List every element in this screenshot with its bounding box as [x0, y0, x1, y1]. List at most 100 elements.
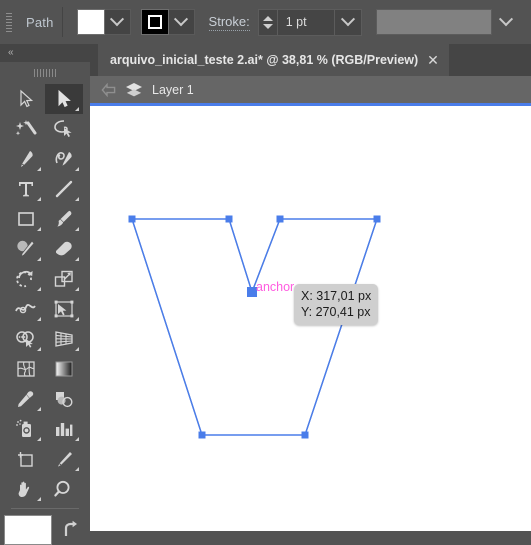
stroke-weight-field[interactable]: 1 pt	[257, 8, 362, 36]
tools-panel-divider	[11, 508, 79, 509]
anchor-point	[301, 431, 309, 439]
anchor-point	[373, 215, 381, 223]
chevron-down-icon	[109, 12, 125, 27]
swap-fill-stroke-icon[interactable]	[56, 515, 86, 545]
illustrator-window: Path Stroke: 1 pt « arquivo_inicial_test…	[0, 0, 531, 545]
tool-flyout-indicator	[75, 317, 79, 321]
tool-flyout-indicator	[37, 167, 41, 171]
tool-flyout-indicator	[37, 227, 41, 231]
fill-swatch-button[interactable]	[76, 9, 105, 35]
blend-tool[interactable]	[45, 384, 83, 414]
document-tab[interactable]: arquivo_inicial_teste 2.ai* @ 38,81 % (R…	[98, 44, 449, 76]
anchor-smart-guide-label: anchor	[256, 280, 295, 294]
perspective-grid-tool[interactable]	[45, 324, 83, 354]
tool-flyout-indicator	[75, 197, 79, 201]
fill-control[interactable]	[76, 9, 131, 35]
tool-flyout-indicator	[37, 437, 41, 441]
stroke-color-control[interactable]	[140, 9, 195, 35]
zoom-tool[interactable]	[45, 474, 83, 504]
chevron-down-icon	[340, 12, 355, 27]
control-bar-divider	[61, 7, 63, 37]
toolbar-gripper[interactable]	[0, 65, 90, 81]
paintbrush-tool[interactable]	[45, 204, 83, 234]
tooltip-y-value: Y: 270,41 px	[301, 305, 371, 319]
tools-panel-header[interactable]: «	[0, 44, 90, 62]
anchor-point	[128, 215, 136, 223]
tool-flyout-indicator	[75, 257, 79, 261]
close-icon[interactable]: ✕	[427, 53, 439, 67]
stroke-weight-stepper[interactable]	[259, 9, 278, 35]
layer-name-label[interactable]: Layer 1	[152, 83, 194, 97]
anchor-point	[276, 215, 284, 223]
direct-selection-tool[interactable]	[45, 84, 83, 114]
double-chevron-left-icon[interactable]: «	[8, 48, 14, 58]
curvature-tool[interactable]	[45, 144, 83, 174]
shape-builder-tool[interactable]	[7, 324, 45, 354]
tool-flyout-indicator	[37, 317, 41, 321]
anchor-point	[225, 215, 233, 223]
tool-flyout-indicator	[75, 167, 79, 171]
shaper-tool[interactable]	[7, 234, 45, 264]
type-tool[interactable]	[7, 174, 45, 204]
document-area: arquivo_inicial_teste 2.ai* @ 38,81 % (R…	[90, 44, 531, 532]
tool-flyout-indicator	[37, 347, 41, 351]
tool-flyout-indicator	[37, 287, 41, 291]
line-segment-tool[interactable]	[45, 174, 83, 204]
eyedropper-tool[interactable]	[7, 384, 45, 414]
symbol-sprayer-tool[interactable]	[7, 414, 45, 444]
tool-flyout-indicator	[37, 197, 41, 201]
stroke-swatch-button[interactable]	[140, 9, 169, 35]
stroke-color-dropdown-button[interactable]	[168, 9, 195, 35]
fill-stroke-controls	[0, 515, 90, 545]
slice-tool[interactable]	[45, 444, 83, 474]
tool-flyout-indicator	[75, 347, 79, 351]
rotate-tool[interactable]	[7, 264, 45, 294]
free-transform-tool[interactable]	[45, 294, 83, 324]
anchor-point	[198, 431, 206, 439]
tools-panel: «	[0, 44, 91, 545]
tool-flyout-indicator	[37, 257, 41, 261]
rectangle-tool[interactable]	[7, 204, 45, 234]
scale-tool[interactable]	[45, 264, 83, 294]
panel-drag-gripper[interactable]	[4, 8, 14, 36]
variable-width-profile-dropdown-button[interactable]	[492, 9, 520, 35]
stroke-weight-value[interactable]: 1 pt	[278, 10, 334, 35]
stroke-weight-label[interactable]: Stroke:	[208, 14, 250, 31]
column-graph-tool[interactable]	[45, 414, 83, 444]
artboard-tool[interactable]	[7, 444, 45, 474]
magic-wand-tool[interactable]	[7, 114, 45, 144]
lasso-tool[interactable]	[45, 114, 83, 144]
control-bar: Path Stroke: 1 pt	[0, 0, 531, 45]
tool-flyout-indicator	[37, 407, 41, 411]
layer-breadcrumb-bar: Layer 1	[90, 76, 531, 106]
tool-flyout-indicator	[75, 107, 79, 111]
mesh-tool[interactable]	[7, 354, 45, 384]
chevron-down-icon	[173, 12, 189, 27]
document-tab-strip: arquivo_inicial_teste 2.ai* @ 38,81 % (R…	[90, 44, 531, 76]
eraser-tool[interactable]	[45, 234, 83, 264]
fill-dropdown-button[interactable]	[104, 9, 131, 35]
tool-flyout-indicator	[37, 497, 41, 501]
pen-tool[interactable]	[7, 144, 45, 174]
fill-swatch[interactable]	[4, 515, 52, 545]
variable-width-profile-control[interactable]	[375, 8, 520, 36]
hand-tool[interactable]	[7, 474, 45, 504]
layers-stack-icon	[124, 81, 144, 99]
stroke-weight-dropdown-button[interactable]	[333, 9, 361, 35]
document-tab-title: arquivo_inicial_teste 2.ai* @ 38,81 % (R…	[110, 53, 419, 67]
selection-type-label: Path	[26, 14, 54, 30]
stepper-down-icon[interactable]	[262, 23, 273, 29]
back-arrow-icon[interactable]	[100, 81, 118, 99]
tool-flyout-indicator	[75, 437, 79, 441]
tool-flyout-indicator	[75, 467, 79, 471]
tool-grid	[0, 84, 90, 504]
artwork-canvas[interactable]: anchor X: 317,01 px Y: 270,41 px	[90, 106, 531, 531]
stepper-up-icon[interactable]	[262, 15, 273, 21]
tool-flyout-indicator	[75, 227, 79, 231]
gradient-tool[interactable]	[45, 354, 83, 384]
chevron-down-icon	[498, 12, 513, 27]
selection-tool[interactable]	[7, 84, 45, 114]
width-tool[interactable]	[7, 294, 45, 324]
stroke-swatch-inner	[147, 15, 162, 29]
variable-width-profile-box[interactable]	[375, 9, 492, 35]
